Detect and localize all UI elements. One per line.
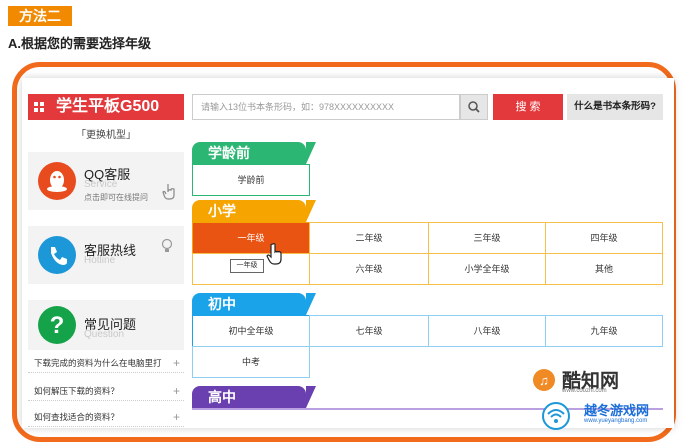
hover-tooltip: 一年级 (230, 259, 264, 273)
qq-service-subtitle: Service (84, 179, 118, 190)
faq-item-text: 下载完成的资料为什么在电脑里打不... (34, 358, 162, 368)
grade-cell-grade7[interactable]: 七年级 (309, 315, 429, 347)
pointer-hand-icon (162, 182, 178, 205)
tab-senior: 高中 (192, 386, 316, 408)
tab-label: 高中 (208, 389, 236, 405)
grid-icon (34, 102, 44, 112)
grade-cell-primary-all[interactable]: 小学全年级 (428, 253, 546, 285)
search-icon-button[interactable] (460, 94, 488, 120)
yueyangbang-url: www.yueyangbang.com (584, 418, 648, 424)
step-title: A.根据您的需要选择年级 (8, 36, 152, 51)
switch-model-link[interactable]: 「更换机型」 (28, 126, 184, 141)
device-brand-bar[interactable]: 学生平板G500 (28, 94, 184, 120)
coozhi-watermark: ♫ 酷知网 www.coozhi.com (530, 360, 680, 400)
grade-cell-grade8[interactable]: 八年级 (428, 315, 546, 347)
faq-item[interactable]: 如何查找适合的资料？ + (28, 408, 184, 427)
search-icon (468, 101, 480, 113)
grade-cell-grade1[interactable]: 一年级 (192, 222, 310, 254)
tab-label: 初中 (208, 296, 236, 312)
qq-service-desc: 点击即可在线提问 (84, 193, 148, 202)
lightbulb-icon (160, 238, 174, 259)
question-icon: ? (38, 306, 76, 344)
svg-text:?: ? (50, 312, 65, 339)
faq-item-text: 如何解压下载的资料？ (34, 386, 120, 396)
tab-junior: 初中 (192, 293, 316, 315)
plus-icon[interactable]: + (173, 408, 180, 426)
tab-preschool: 学龄前 (192, 142, 316, 164)
hotline-card[interactable]: 客服热线 Hotline (28, 226, 184, 284)
device-name: 学生平板G500 (56, 98, 160, 115)
grade-cell-grade6[interactable]: 六年级 (309, 253, 429, 285)
svg-text:♫: ♫ (539, 373, 549, 388)
method-tag: 方法二 (8, 6, 72, 26)
plus-icon[interactable]: + (173, 354, 180, 372)
phone-icon (38, 236, 76, 274)
what-is-barcode-link[interactable]: 什么是书本条形码? (567, 94, 663, 120)
hotline-subtitle: Hotline (84, 255, 116, 266)
tab-label: 小学 (208, 203, 236, 219)
grade-cell-other[interactable]: 其他 (545, 253, 663, 285)
faq-subtitle: Question (84, 329, 125, 340)
grade-cell-grade4[interactable]: 四年级 (545, 222, 663, 254)
yueyangbang-watermark: 越冬游戏网 www.yueyangbang.com (530, 396, 690, 430)
grade-cell-zhongkao[interactable]: 中考 (192, 346, 310, 378)
qq-penguin-icon (38, 162, 76, 200)
grade-cell-preschool[interactable]: 学龄前 (192, 164, 310, 196)
tab-primary: 小学 (192, 200, 316, 222)
tab-label: 学龄前 (208, 145, 250, 161)
faq-item[interactable]: 下载完成的资料为什么在电脑里打不... + (28, 354, 184, 373)
coozhi-url: www.coozhi.com (562, 388, 607, 394)
qq-service-card[interactable]: QQ客服 Service 点击即可在线提问 (28, 152, 184, 210)
plus-icon[interactable]: + (173, 382, 180, 400)
grade-cell-grade2[interactable]: 二年级 (309, 222, 429, 254)
grade-cell-grade9[interactable]: 九年级 (545, 315, 663, 347)
faq-item-text: 如何查找适合的资料？ (34, 412, 120, 422)
faq-item[interactable]: 如何解压下载的资料？ + (28, 382, 184, 401)
grade-cell-grade3[interactable]: 三年级 (428, 222, 546, 254)
barcode-search-input[interactable]: 请输入13位书本条形码，如：978XXXXXXXXXX (192, 94, 460, 120)
yueyangbang-logo-text: 越冬游戏网 (584, 403, 650, 418)
search-button[interactable]: 搜 索 (493, 94, 563, 120)
hand-cursor-icon (266, 242, 286, 271)
grade-cell-junior-all[interactable]: 初中全年级 (192, 315, 310, 347)
faq-card[interactable]: ? 常见问题 Question (28, 300, 184, 350)
